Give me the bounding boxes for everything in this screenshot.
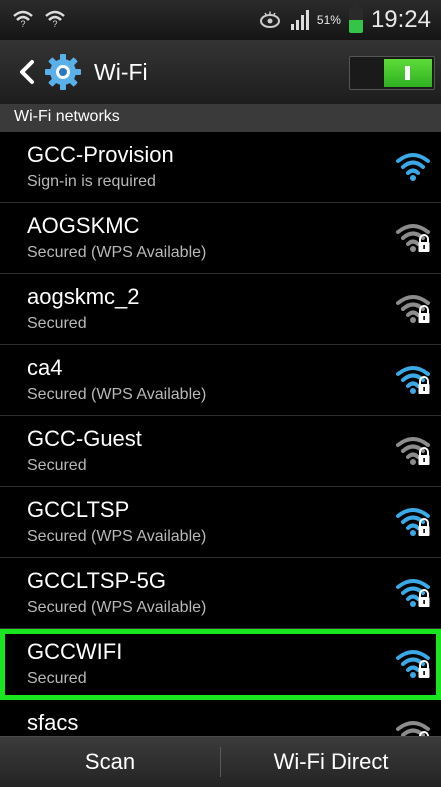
network-name: ca4 xyxy=(27,355,63,380)
wifi-signal-icon xyxy=(396,153,430,181)
notification-icons: ? ? xyxy=(12,9,66,29)
svg-text:?: ? xyxy=(52,19,57,29)
status-bar: ? ? 51% 19:24 xyxy=(0,0,441,40)
network-status: Secured (WPS Available) xyxy=(27,386,207,403)
toggle-knob xyxy=(384,59,432,87)
network-status: Secured xyxy=(27,457,87,474)
wifi-direct-button[interactable]: Wi-Fi Direct xyxy=(221,737,441,787)
network-row[interactable]: AOGSKMC Secured (WPS Available) xyxy=(0,203,441,274)
network-row[interactable]: GCC-Guest Secured xyxy=(0,416,441,487)
status-icons: 51% 19:24 xyxy=(259,4,431,34)
wifi-network-list: GCC-Provision Sign-in is required AOGSKMC S… xyxy=(0,132,441,736)
wifi-notify-icon: ? xyxy=(13,10,33,29)
network-row[interactable]: GCCWIFI Secured xyxy=(0,629,441,700)
svg-text:?: ? xyxy=(20,19,25,29)
network-name: AOGSKMC xyxy=(27,213,140,238)
eye-icon xyxy=(259,11,280,28)
network-row[interactable]: aogskmc_2 Secured xyxy=(0,274,441,345)
network-name: GCC-Guest xyxy=(27,426,142,451)
battery-percent: 51% xyxy=(316,13,341,27)
scan-button[interactable]: Scan xyxy=(0,737,220,787)
section-header-label: Wi-Fi networks xyxy=(14,108,120,125)
network-row[interactable]: GCC-Provision Sign-in is required xyxy=(0,132,441,203)
section-header: Wi-Fi networks xyxy=(0,104,441,132)
network-row[interactable]: GCCLTSP Secured (WPS Available) xyxy=(0,487,441,558)
battery-icon xyxy=(348,4,363,33)
wifi-secured-icon xyxy=(396,366,430,394)
network-status: Secured (WPS Available) xyxy=(27,599,207,616)
page-title: Wi-Fi xyxy=(94,59,148,85)
network-status: Secured (WPS Available) xyxy=(27,244,207,261)
network-name: GCCLTSP-5G xyxy=(27,568,166,593)
clock: 19:24 xyxy=(370,6,431,33)
wifi-toggle[interactable] xyxy=(349,56,435,90)
signal-icon xyxy=(290,10,309,30)
network-name: aogskmc_2 xyxy=(27,284,140,309)
wifi-secured-icon xyxy=(396,224,430,252)
wifi-secured-icon xyxy=(396,650,430,678)
network-status: Secured (WPS Available) xyxy=(27,528,207,545)
network-name: GCCLTSP xyxy=(27,497,130,522)
settings-gear-icon[interactable] xyxy=(44,53,82,91)
wifi-secured-icon xyxy=(396,295,430,323)
network-row[interactable]: GCCLTSP-5G Secured (WPS Available) xyxy=(0,558,441,629)
network-status: Sign-in is required xyxy=(27,173,156,190)
network-status: Secured xyxy=(27,315,87,332)
action-bar: Wi-Fi xyxy=(0,40,441,105)
network-name: GCCWIFI xyxy=(27,639,123,664)
network-name: sfacs xyxy=(27,710,79,735)
wifi-notify-icon: ? xyxy=(45,10,65,29)
wifi-secured-icon xyxy=(396,579,430,607)
network-name: GCC-Provision xyxy=(27,142,174,167)
back-chevron-icon[interactable] xyxy=(14,58,42,86)
network-status: Secured xyxy=(27,670,87,687)
wifi-secured-icon xyxy=(396,721,430,736)
bottom-bar: Scan Wi-Fi Direct xyxy=(0,736,441,787)
wifi-secured-icon xyxy=(396,437,430,465)
wifi-secured-icon xyxy=(396,508,430,536)
network-row[interactable]: sfacs xyxy=(0,700,441,736)
network-row[interactable]: ca4 Secured (WPS Available) xyxy=(0,345,441,416)
